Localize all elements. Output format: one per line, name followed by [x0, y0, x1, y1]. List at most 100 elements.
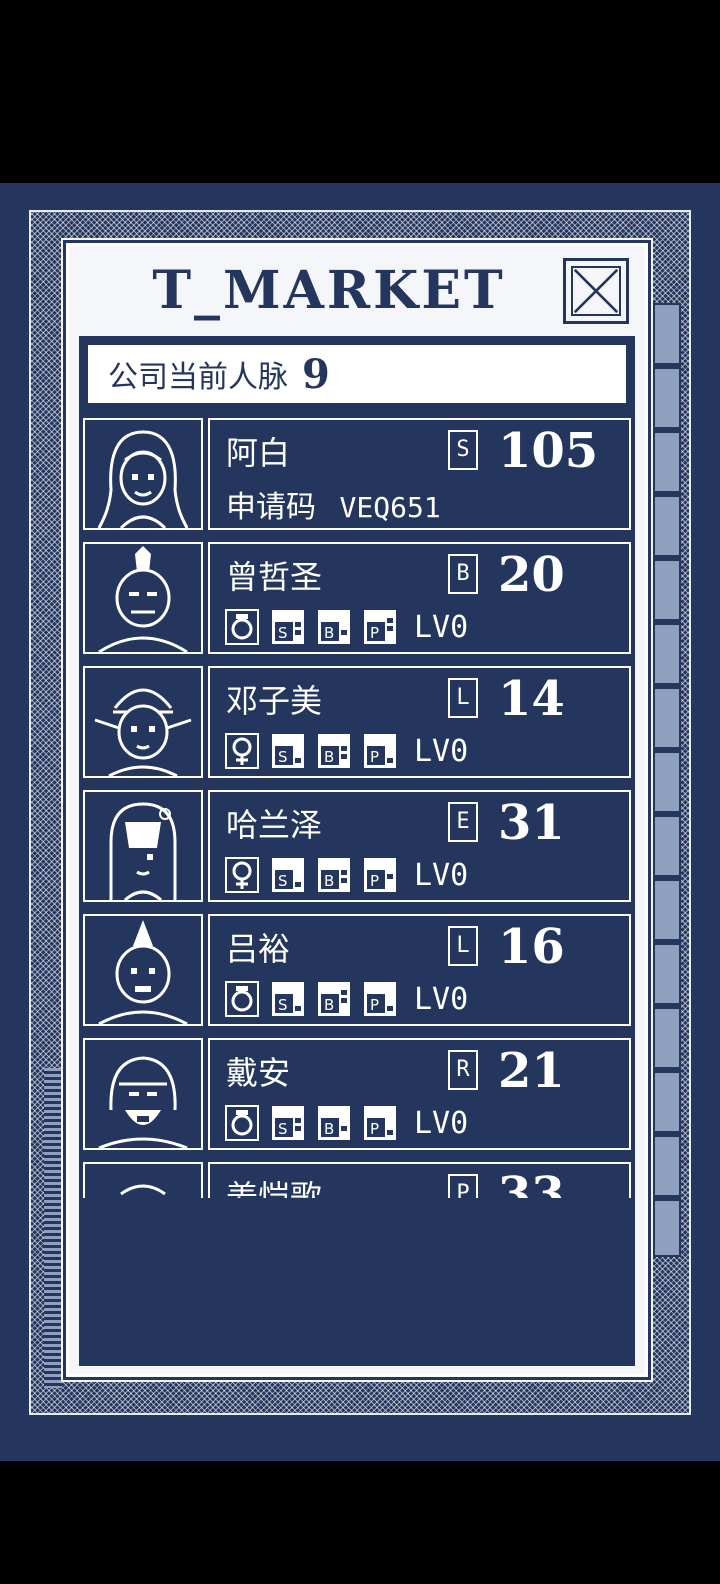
svg-text:P: P: [370, 748, 379, 766]
svg-text:P: P: [370, 872, 379, 890]
svg-text:S: S: [278, 996, 288, 1014]
skill-b-icon: B: [316, 980, 352, 1018]
contact-info: 曾哲圣 B 20 S B P LV0: [208, 542, 631, 654]
contact-info: 邓子美 L 14 S B P LV0: [208, 666, 631, 778]
rank-badge: S: [448, 430, 478, 470]
avatar: [83, 1162, 203, 1198]
svg-text:S: S: [278, 624, 288, 642]
avatar: [83, 914, 203, 1026]
contact-score: 31: [498, 795, 565, 851]
apply-code-label: 申请码: [226, 490, 316, 525]
apply-code-value: VEQ651: [339, 491, 441, 524]
svg-text:P: P: [370, 996, 379, 1014]
level-label: LV0: [414, 857, 469, 893]
level-label: LV0: [414, 733, 469, 769]
rank-badge: E: [448, 802, 478, 842]
female-icon: [224, 732, 260, 770]
contact-info: 戴安 R 21 S B P LV0: [208, 1038, 631, 1150]
contact-score: 20: [498, 547, 565, 603]
avatar: [83, 542, 203, 654]
contact-row[interactable]: 阿白 S 105 申请码 VEQ651: [83, 418, 631, 532]
contact-score: 105: [498, 423, 599, 479]
window-title: T_MARKET: [152, 260, 506, 321]
svg-text:S: S: [278, 1120, 288, 1138]
contact-row[interactable]: 哈兰泽 E 31 S B P LV0: [83, 790, 631, 904]
skill-p-icon: P: [362, 732, 398, 770]
svg-text:B: B: [324, 996, 334, 1014]
ring-icon: [224, 1104, 260, 1142]
game-screen: T_MARKET 公司当前人脉 9 阿白 S 105 申请码 VEQ651 曾哲…: [0, 183, 720, 1461]
avatar: [83, 790, 203, 902]
contact-score: 21: [498, 1043, 565, 1099]
contact-name: 姜恺歌: [226, 1178, 323, 1198]
status-icons: S B P LV0: [224, 980, 468, 1018]
ring-icon: [224, 980, 260, 1018]
svg-text:B: B: [324, 624, 334, 642]
status-icons: S B P LV0: [224, 732, 468, 770]
contact-name: 邓子美: [226, 682, 323, 720]
rank-badge: L: [448, 926, 478, 966]
contact-row[interactable]: 戴安 R 21 S B P LV0: [83, 1038, 631, 1152]
contact-info: 姜恺歌 P 33: [208, 1162, 631, 1198]
status-icons: S B P LV0: [224, 1104, 468, 1142]
svg-text:B: B: [324, 748, 334, 766]
contact-info: 吕裕 L 16 S B P LV0: [208, 914, 631, 1026]
rank-badge: R: [448, 1050, 478, 1090]
side-scroll-decor: [653, 303, 681, 1257]
skill-p-icon: P: [362, 856, 398, 894]
market-panel: T_MARKET 公司当前人脉 9 阿白 S 105 申请码 VEQ651 曾哲…: [66, 243, 648, 1377]
skill-b-icon: B: [316, 1104, 352, 1142]
contact-row[interactable]: 吕裕 L 16 S B P LV0: [83, 914, 631, 1028]
skill-b-icon: B: [316, 732, 352, 770]
connections-label: 公司当前人脉: [108, 360, 288, 395]
skill-s-icon: S: [270, 980, 306, 1018]
level-label: LV0: [414, 609, 469, 645]
skill-p-icon: P: [362, 1104, 398, 1142]
svg-text:P: P: [370, 1120, 379, 1138]
close-button[interactable]: [563, 258, 629, 324]
skill-p-icon: P: [362, 608, 398, 646]
connections-value: 9: [302, 350, 330, 398]
contact-score: 33: [498, 1167, 565, 1198]
skill-b-icon: B: [316, 608, 352, 646]
contact-row[interactable]: 邓子美 L 14 S B P LV0: [83, 666, 631, 780]
contact-row[interactable]: 姜恺歌 P 33: [83, 1162, 631, 1198]
female-icon: [224, 856, 260, 894]
contact-list-area: 公司当前人脉 9 阿白 S 105 申请码 VEQ651 曾哲圣 B 20 S …: [79, 336, 635, 1366]
contact-name: 戴安: [226, 1054, 291, 1092]
level-label: LV0: [414, 981, 469, 1017]
svg-text:B: B: [324, 872, 334, 890]
svg-text:S: S: [278, 872, 288, 890]
status-icons: S B P LV0: [224, 856, 468, 894]
contact-list[interactable]: 阿白 S 105 申请码 VEQ651 曾哲圣 B 20 S B P LV0 邓…: [79, 418, 635, 1198]
avatar: [83, 666, 203, 778]
contact-name: 哈兰泽: [226, 806, 323, 844]
avatar: [83, 418, 203, 530]
skill-s-icon: S: [270, 1104, 306, 1142]
contact-info: 哈兰泽 E 31 S B P LV0: [208, 790, 631, 902]
rank-badge: B: [448, 554, 478, 594]
level-label: LV0: [414, 1105, 469, 1141]
contact-name: 阿白: [226, 434, 291, 472]
contact-score: 14: [498, 671, 565, 727]
svg-text:B: B: [324, 1120, 334, 1138]
skill-s-icon: S: [270, 856, 306, 894]
rank-badge: L: [448, 678, 478, 718]
contact-row[interactable]: 曾哲圣 B 20 S B P LV0: [83, 542, 631, 656]
svg-text:P: P: [370, 624, 379, 642]
svg-text:S: S: [278, 748, 288, 766]
left-decor: [44, 1068, 62, 1388]
status-icons: S B P LV0: [224, 608, 468, 646]
close-icon: [571, 266, 621, 316]
contact-name: 吕裕: [226, 930, 291, 968]
contact-score: 16: [498, 919, 565, 975]
skill-p-icon: P: [362, 980, 398, 1018]
skill-s-icon: S: [270, 732, 306, 770]
avatar: [83, 1038, 203, 1150]
rank-badge: P: [448, 1174, 478, 1198]
apply-code: 申请码 VEQ651: [226, 482, 441, 526]
contact-name: 曾哲圣: [226, 558, 323, 596]
contact-info: 阿白 S 105 申请码 VEQ651: [208, 418, 631, 530]
skill-b-icon: B: [316, 856, 352, 894]
connections-stat: 公司当前人脉 9: [85, 342, 629, 406]
